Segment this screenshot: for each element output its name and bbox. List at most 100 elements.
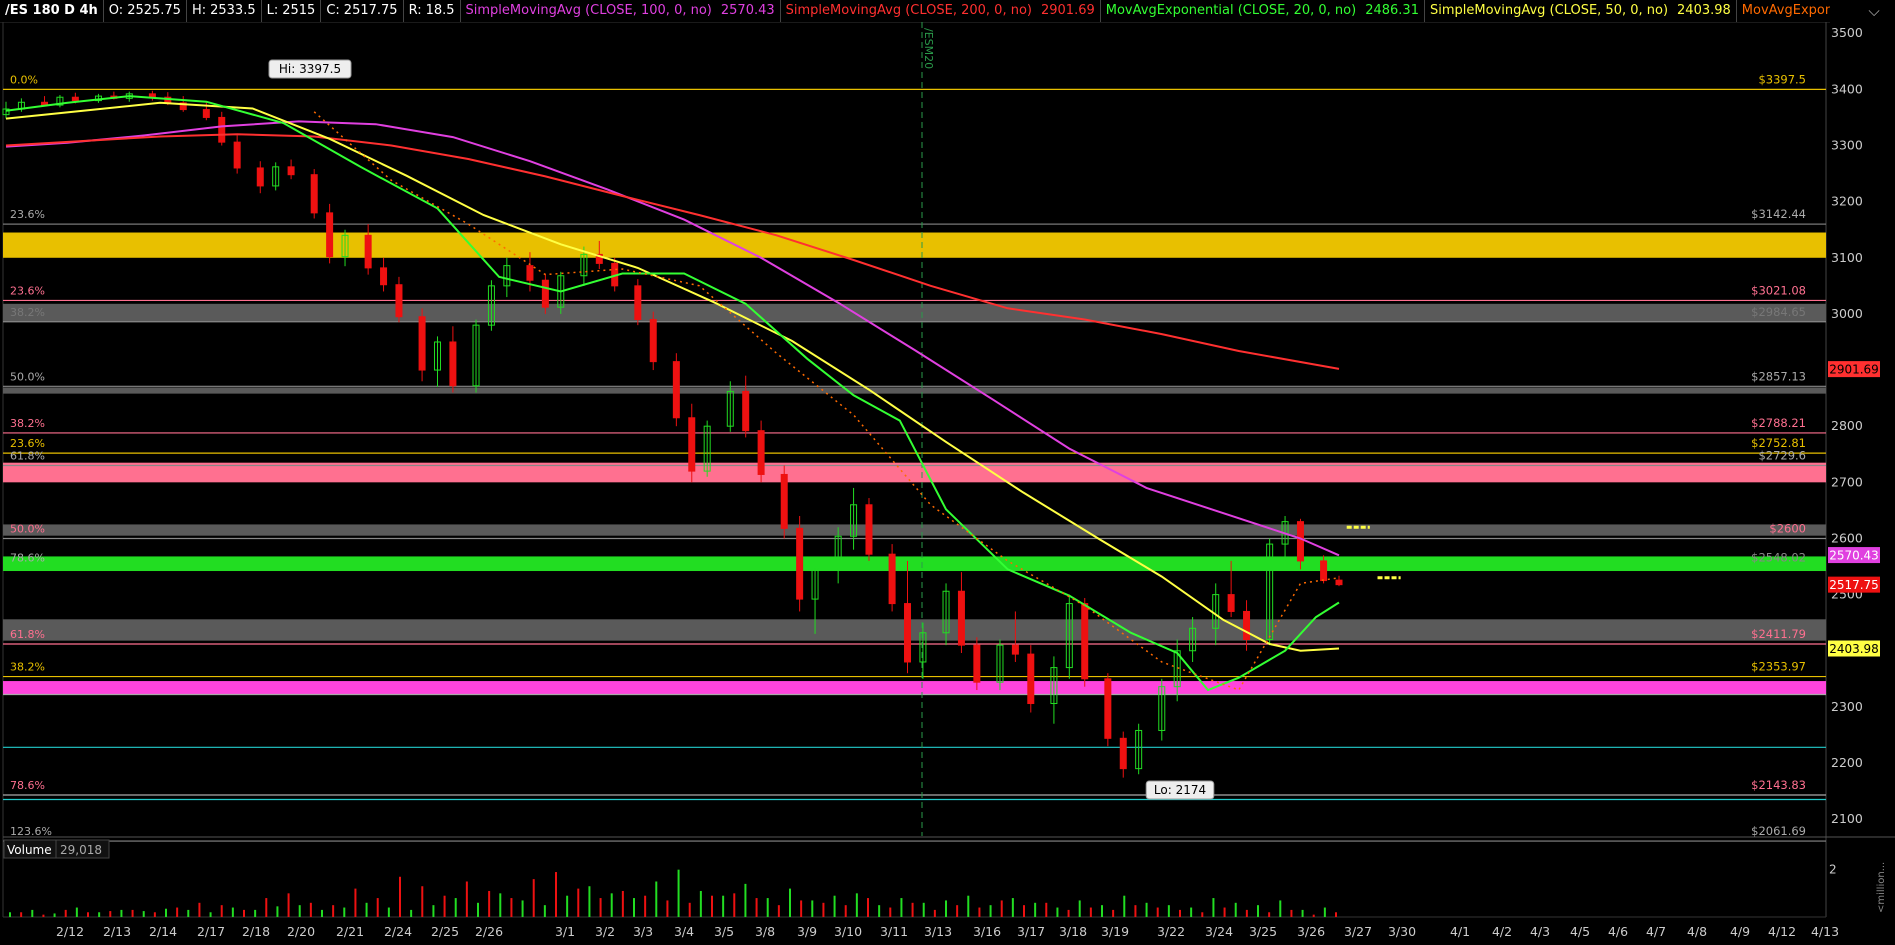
high-annotation: Hi: 3397.5 bbox=[279, 62, 341, 76]
x-tick-label: 3/17 bbox=[1017, 924, 1045, 939]
y-tick-label: 2800 bbox=[1831, 418, 1863, 433]
x-tick-label: 2/12 bbox=[56, 924, 84, 939]
level-pct-label: 78.6% bbox=[10, 779, 45, 792]
y-tick-label: 2100 bbox=[1831, 811, 1863, 826]
x-tick-label: 2/21 bbox=[336, 924, 364, 939]
price-chart: 0.0% $3397.5 23.6% $3142.44 23.6% $3021.08 38.… bbox=[2, 22, 1895, 939]
x-tick-label: 3/2 bbox=[595, 924, 615, 939]
x-tick-label: 3/1 bbox=[555, 924, 575, 939]
candle-body bbox=[71, 96, 79, 102]
ma-price-tag-label: 2517.75 bbox=[1829, 578, 1879, 592]
y-tick-label: 2700 bbox=[1831, 474, 1863, 489]
x-tick-label: 3/30 bbox=[1388, 924, 1416, 939]
ma-price-tag-label: 2570.43 bbox=[1829, 549, 1879, 563]
candle-body bbox=[1104, 678, 1112, 739]
candle-body bbox=[380, 267, 388, 286]
volume-y-tick: 2 bbox=[1829, 863, 1837, 877]
x-tick-label: 4/12 bbox=[1768, 924, 1796, 939]
candle-body bbox=[1296, 521, 1304, 562]
candle-body bbox=[310, 174, 318, 214]
volume-axis-label: <million... bbox=[1876, 862, 1887, 913]
level-price-label: $2984.65 bbox=[1751, 305, 1806, 319]
candle-body bbox=[1227, 594, 1235, 612]
level-pct-label: 38.2% bbox=[10, 661, 45, 674]
y-tick-label: 2300 bbox=[1831, 699, 1863, 714]
x-tick-label: 3/27 bbox=[1344, 924, 1372, 939]
level-price-label: $2143.83 bbox=[1751, 778, 1806, 792]
x-tick-label: 3/11 bbox=[880, 924, 908, 939]
candle-body bbox=[256, 167, 264, 187]
level-price-label: $2600 bbox=[1769, 521, 1806, 535]
y-tick-label: 2200 bbox=[1831, 755, 1863, 770]
y-tick-label: 3500 bbox=[1831, 25, 1863, 40]
level-pct-label: 38.2% bbox=[10, 306, 45, 319]
x-tick-label: 4/1 bbox=[1450, 924, 1470, 939]
x-tick-label: 3/3 bbox=[633, 924, 653, 939]
x-tick-label: 2/13 bbox=[103, 924, 131, 939]
level-pct-label: 78.6% bbox=[10, 552, 45, 565]
y-tick-label: 2600 bbox=[1831, 530, 1863, 545]
candle-body bbox=[233, 141, 241, 169]
candle-body bbox=[672, 361, 680, 419]
candle-body bbox=[742, 390, 750, 432]
x-tick-label: 2/17 bbox=[197, 924, 225, 939]
candle-body bbox=[1027, 653, 1035, 705]
x-tick-label: 4/3 bbox=[1530, 924, 1550, 939]
level-pct-label: 50.0% bbox=[10, 370, 45, 383]
level-price-label: $2788.21 bbox=[1751, 416, 1806, 430]
level-pct-label: 61.8% bbox=[10, 628, 45, 641]
candle-body bbox=[202, 109, 210, 118]
level-price-label: $3142.44 bbox=[1751, 207, 1806, 221]
volume-label: Volume bbox=[7, 843, 52, 857]
candle-body bbox=[364, 234, 372, 269]
candle-body bbox=[688, 417, 696, 472]
candle-body bbox=[526, 265, 534, 281]
ma-price-tag-label: 2901.69 bbox=[1829, 363, 1879, 377]
x-tick-label: 2/20 bbox=[287, 924, 315, 939]
x-tick-label: 4/6 bbox=[1608, 924, 1628, 939]
candle-body bbox=[1243, 610, 1251, 641]
level-pct-label: 38.2% bbox=[10, 417, 45, 430]
level-price-label: $2548.02 bbox=[1751, 551, 1806, 565]
candle-body bbox=[1119, 737, 1127, 770]
candle-body bbox=[418, 316, 426, 371]
x-tick-label: 4/9 bbox=[1730, 924, 1750, 939]
x-tick-label: 4/8 bbox=[1687, 924, 1707, 939]
expiry-label: /ESM20 bbox=[922, 28, 935, 69]
level-zone bbox=[3, 619, 1826, 641]
candle-body bbox=[649, 319, 657, 363]
level-zone bbox=[3, 232, 1826, 258]
x-tick-label: 3/16 bbox=[973, 924, 1001, 939]
x-tick-label: 2/18 bbox=[242, 924, 270, 939]
level-price-label: $2411.79 bbox=[1751, 627, 1806, 641]
candle-body bbox=[973, 644, 981, 683]
candle-body bbox=[780, 473, 788, 529]
level-pct-label: 123.6% bbox=[10, 825, 52, 838]
level-zone bbox=[3, 556, 1826, 572]
candle-body bbox=[865, 504, 873, 555]
level-pct-label: 50.0% bbox=[10, 522, 45, 535]
candle-body bbox=[757, 430, 765, 475]
level-zone bbox=[3, 387, 1826, 394]
x-tick-label: 3/5 bbox=[714, 924, 734, 939]
x-tick-label: 3/10 bbox=[834, 924, 862, 939]
level-price-label: $3397.5 bbox=[1758, 72, 1806, 86]
x-tick-label: 2/14 bbox=[149, 924, 177, 939]
low-annotation: Lo: 2174 bbox=[1154, 783, 1206, 797]
level-zone bbox=[3, 303, 1826, 322]
candle-body bbox=[541, 279, 549, 308]
level-pct-label: 0.0% bbox=[10, 73, 38, 86]
candle-body bbox=[1320, 560, 1328, 582]
x-tick-label: 3/9 bbox=[797, 924, 817, 939]
candle-body bbox=[1081, 603, 1089, 680]
x-tick-label: 3/26 bbox=[1297, 924, 1325, 939]
chart-window: { "header": { "symbol": "/ES 180 D 4h", … bbox=[0, 0, 1895, 945]
volume-value: 29,018 bbox=[60, 843, 102, 857]
level-zone bbox=[3, 681, 1826, 695]
x-tick-label: 3/22 bbox=[1157, 924, 1185, 939]
x-tick-label: 3/25 bbox=[1249, 924, 1277, 939]
candle-body bbox=[287, 166, 295, 176]
x-tick-label: 4/7 bbox=[1646, 924, 1666, 939]
ma-line-4 bbox=[313, 111, 1340, 691]
x-tick-label: 2/24 bbox=[384, 924, 412, 939]
